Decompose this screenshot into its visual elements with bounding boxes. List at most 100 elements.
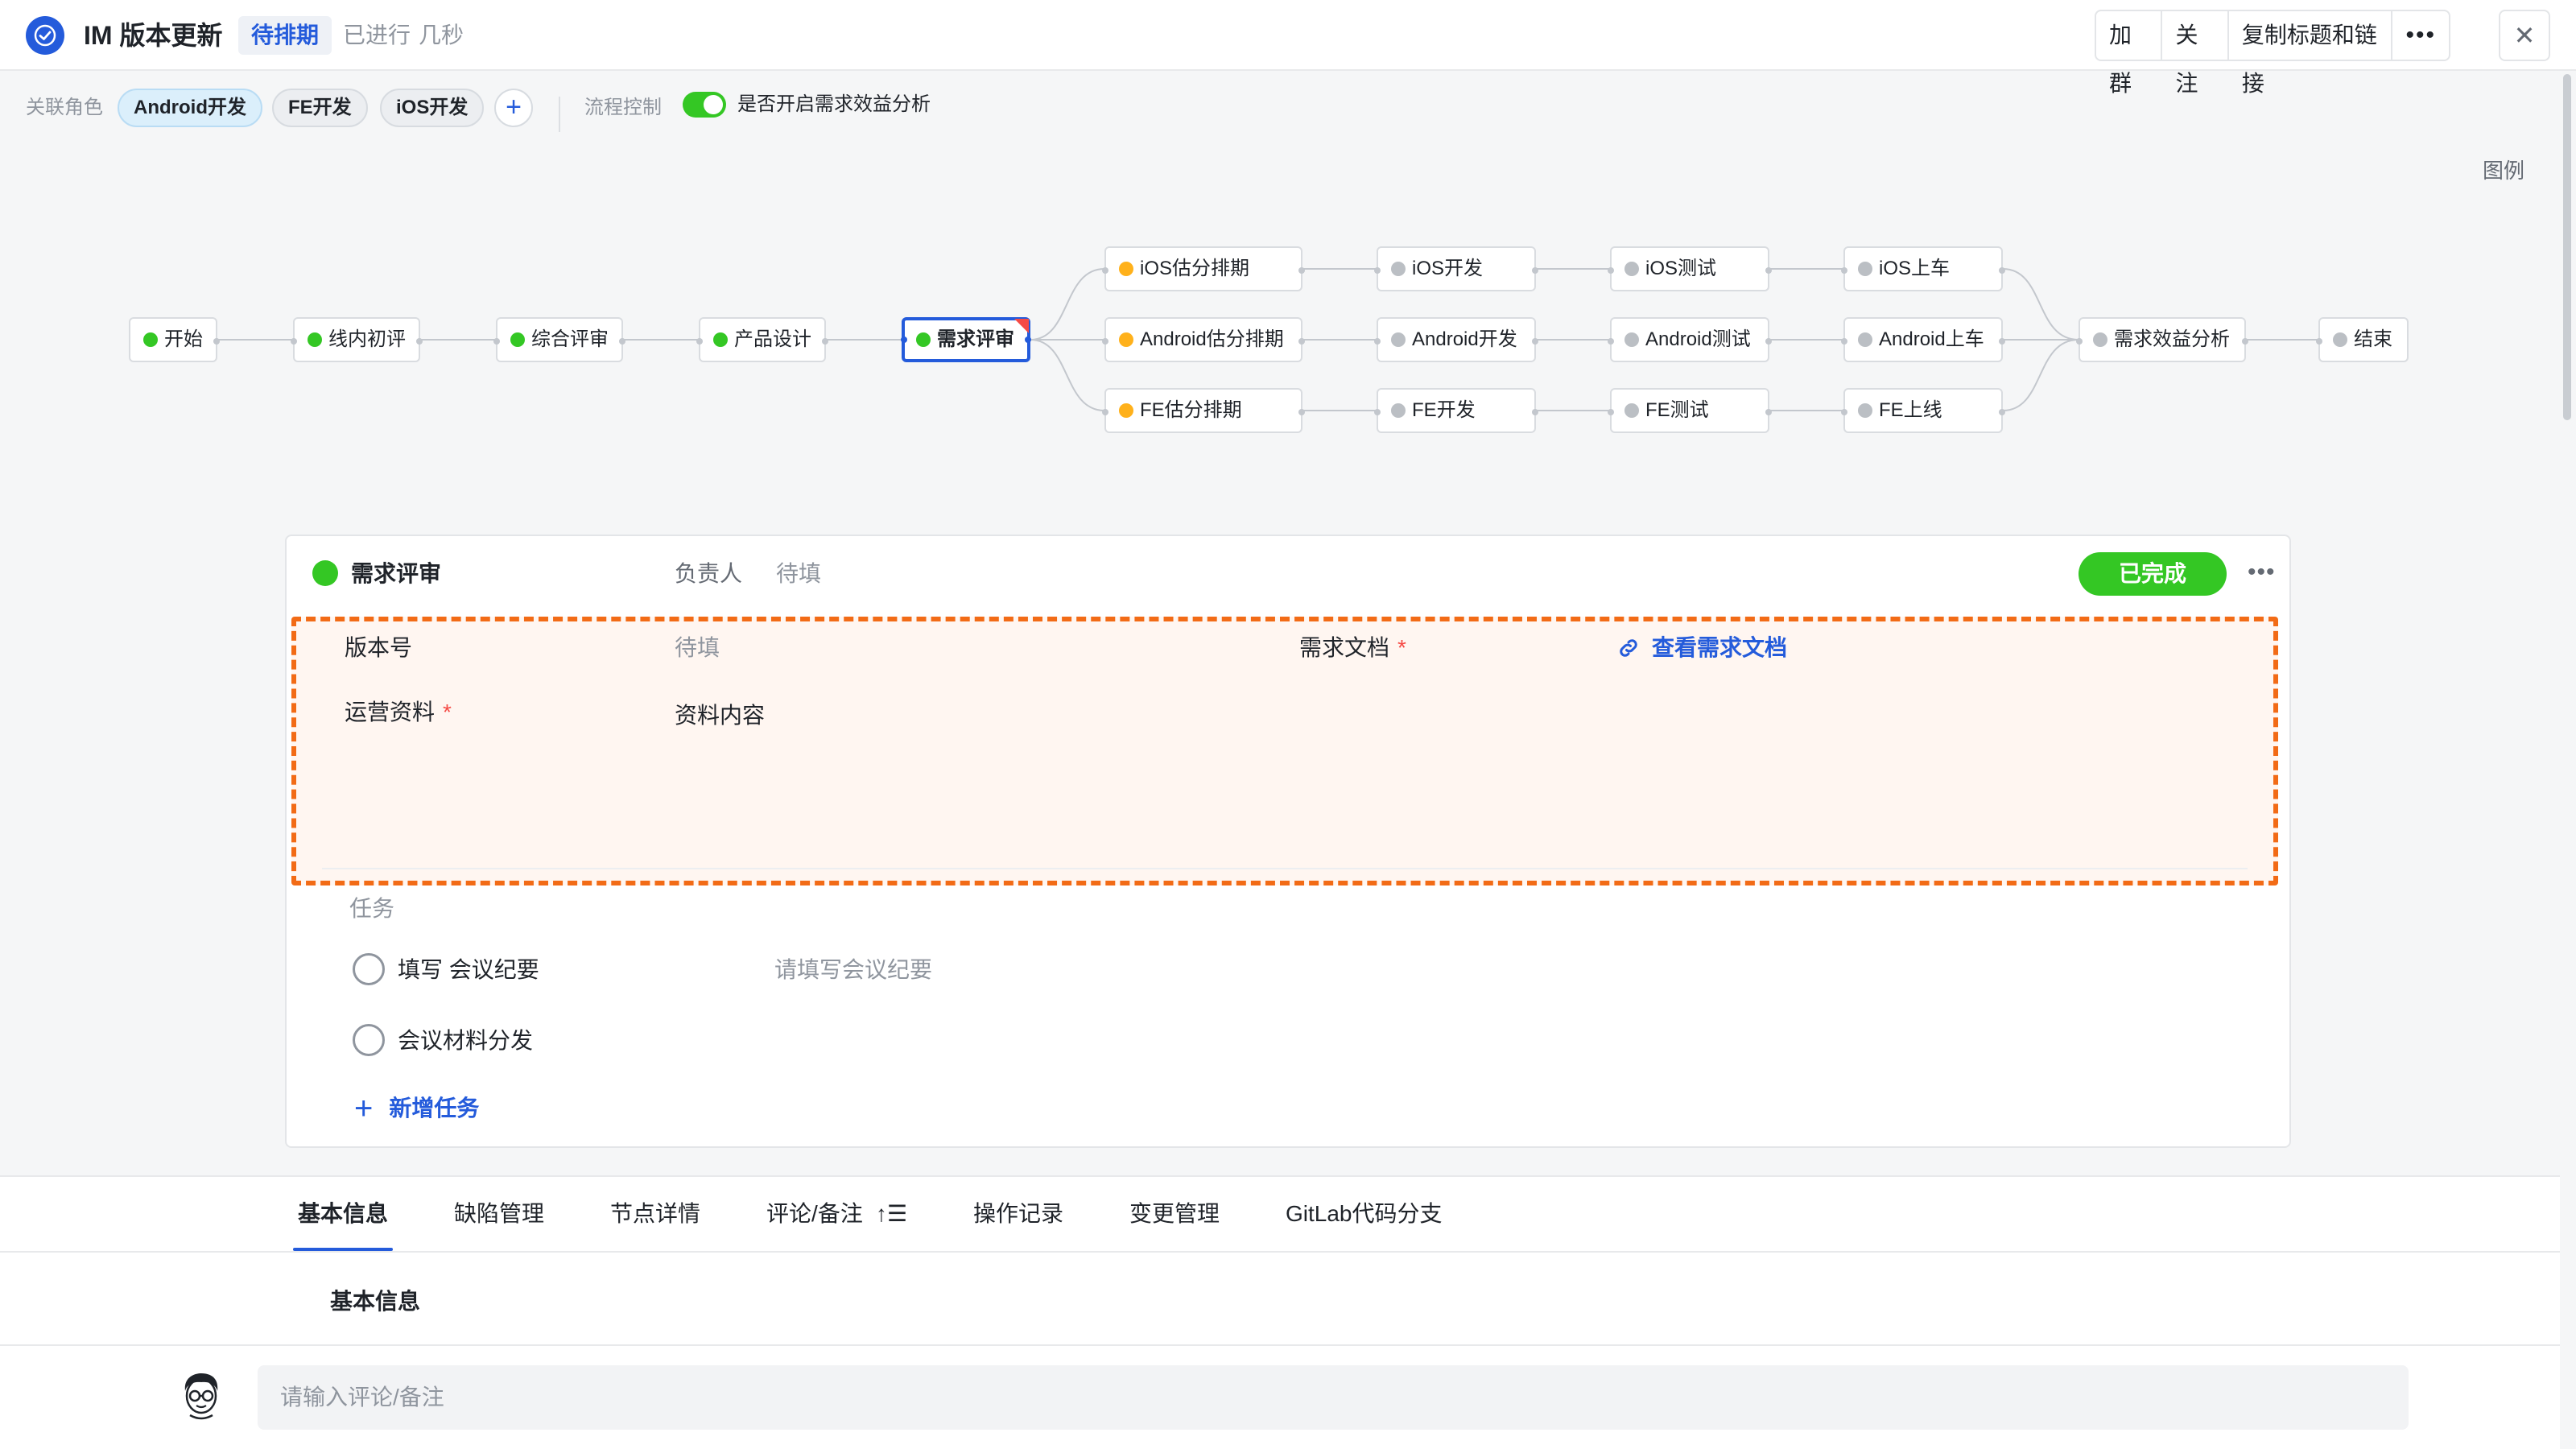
- flow-node-label: iOS上车: [1879, 258, 1951, 279]
- flow-node-fe-dev[interactable]: FE开发: [1374, 388, 1538, 433]
- flow-control-label: 流程控制: [584, 97, 662, 118]
- close-icon[interactable]: ✕: [2499, 10, 2550, 61]
- flow-node-ios-test[interactable]: iOS测试: [1608, 246, 1772, 291]
- task-checkbox[interactable]: [353, 953, 385, 985]
- copy-title-link-button[interactable]: 复制标题和链接: [2229, 11, 2393, 96]
- warning-flag-icon: [1014, 319, 1029, 333]
- flow-node-start[interactable]: 开始: [129, 317, 220, 362]
- flow-node-fe-release[interactable]: FE上线: [1841, 388, 2005, 433]
- flow-node-label: FE开发: [1412, 399, 1476, 421]
- check-circle-icon: [26, 16, 64, 55]
- role-chip-ios[interactable]: iOS开发: [380, 89, 485, 127]
- doc-link[interactable]: 查看需求文档: [1616, 633, 1787, 663]
- flow-node-ios-release[interactable]: iOS上车: [1841, 246, 2005, 291]
- flow-node-label: FE上线: [1879, 399, 1942, 421]
- add-role-button[interactable]: +: [494, 89, 533, 127]
- task-name: 填写 会议纪要: [398, 957, 539, 982]
- node-fields-panel: 版本号 待填 需求文档 * 查看需求文档 运营资料 * 资料内容: [291, 617, 2278, 886]
- tab-comments[interactable]: 评论/备注 ↑☰: [766, 1177, 907, 1251]
- flow-node-label: 综合评审: [531, 328, 609, 350]
- node-title: 需求评审: [351, 561, 442, 586]
- comment-input[interactable]: [258, 1365, 2409, 1430]
- flow-node-label: iOS测试: [1645, 258, 1717, 279]
- status-dot: [312, 560, 338, 586]
- plus-icon: +: [354, 1091, 374, 1126]
- task-item: 填写 会议纪要 请填写会议纪要: [353, 953, 1319, 989]
- owner-label: 负责人: [675, 561, 743, 586]
- legend-button[interactable]: 图例: [2483, 155, 2524, 184]
- flow-node-label: Android测试: [1645, 328, 1751, 350]
- doc-label: 需求文档 *: [1299, 633, 1406, 663]
- divider: [559, 97, 560, 132]
- node-detail-card: 需求评审 负责人 待填 已完成 ••• 版本号 待填 需求文档 * 查看需求文档 …: [285, 535, 2291, 1148]
- role-chip-fe[interactable]: FE开发: [272, 89, 368, 127]
- tab-change-management[interactable]: 变更管理: [1129, 1177, 1220, 1251]
- sort-icon[interactable]: ↑☰: [876, 1177, 907, 1251]
- tab-basic-info[interactable]: 基本信息: [292, 1177, 394, 1251]
- required-mark: *: [443, 700, 452, 724]
- ops-value[interactable]: 资料内容: [675, 700, 765, 731]
- flow-node-label: iOS开发: [1412, 258, 1484, 279]
- tab-defects[interactable]: 缺陷管理: [454, 1177, 544, 1251]
- flow-node-label: 结束: [2354, 328, 2392, 350]
- flow-node-label: Android开发: [1412, 328, 1517, 350]
- owner-value[interactable]: 待填: [776, 559, 821, 589]
- follow-button[interactable]: 关注: [2162, 11, 2229, 96]
- task-hint[interactable]: 请填写会议纪要: [774, 955, 932, 985]
- divider: [0, 1251, 2560, 1253]
- benefit-analysis-toggle-label: 是否开启需求效益分析: [737, 93, 931, 115]
- version-value[interactable]: 待填: [675, 633, 720, 663]
- role-chip-android[interactable]: Android开发: [118, 89, 262, 127]
- ops-label: 运营资料 *: [345, 697, 452, 728]
- tasks-title: 任务: [349, 896, 395, 921]
- doc-label-text: 需求文档: [1299, 635, 1390, 660]
- more-icon[interactable]: •••: [2248, 552, 2276, 592]
- flow-node-android-estimate[interactable]: Android估分排期: [1102, 317, 1305, 362]
- elapsed-prefix: 已进行: [343, 23, 411, 47]
- required-mark: *: [1397, 635, 1406, 660]
- flow-node-android-test[interactable]: Android测试: [1608, 317, 1772, 362]
- flow-node-label: 需求评审: [937, 328, 1014, 350]
- roles-label: 关联角色: [26, 97, 103, 118]
- tab-node-details[interactable]: 节点详情: [610, 1177, 700, 1251]
- flow-node-product-design[interactable]: 产品设计: [696, 317, 828, 362]
- flow-node-label: 线内初评: [328, 328, 406, 350]
- flow-node-android-release[interactable]: Android上车: [1841, 317, 2005, 362]
- flow-node-requirement-review[interactable]: 需求评审: [901, 317, 1031, 362]
- flow-node-fe-estimate[interactable]: FE估分排期: [1102, 388, 1305, 433]
- avatar: [184, 1373, 218, 1420]
- flow-node-ios-dev[interactable]: iOS开发: [1374, 246, 1538, 291]
- flow-node-fe-test[interactable]: FE测试: [1608, 388, 1772, 433]
- flow-node-label: 开始: [164, 328, 203, 350]
- add-task-label: 新增任务: [389, 1096, 480, 1121]
- flow-node-comprehensive-review[interactable]: 综合评审: [493, 317, 625, 362]
- flow-node-end[interactable]: 结束: [2316, 317, 2409, 362]
- tab-operation-log[interactable]: 操作记录: [973, 1177, 1063, 1251]
- flow-node-label: FE测试: [1645, 399, 1709, 421]
- tab-comments-label: 评论/备注: [766, 1201, 863, 1226]
- flow-node-initial-review[interactable]: 线内初评: [291, 317, 423, 362]
- flow-node-ios-estimate[interactable]: iOS估分排期: [1102, 246, 1305, 291]
- flow-node-label: 需求效益分析: [2114, 328, 2230, 350]
- page-title: IM 版本更新: [84, 21, 223, 50]
- task-item: 会议材料分发: [353, 1024, 1319, 1059]
- tab-gitlab-branches[interactable]: GitLab代码分支: [1286, 1177, 1443, 1251]
- task-name: 会议材料分发: [398, 1028, 534, 1053]
- header-action-group: 加群 关注 复制标题和链接 •••: [2095, 10, 2450, 96]
- role-bar: 关联角色 Android开发 FE开发 iOS开发 + 流程控制 是否开启需求效…: [0, 72, 2560, 140]
- flow-node-benefit-analysis[interactable]: 需求效益分析: [2076, 317, 2248, 362]
- join-group-button[interactable]: 加群: [2096, 11, 2163, 96]
- task-checkbox[interactable]: [353, 1024, 385, 1056]
- flow-node-android-dev[interactable]: Android开发: [1374, 317, 1538, 362]
- elapsed-time: 已进行 几秒: [343, 18, 464, 53]
- divider: [322, 868, 2248, 869]
- more-icon[interactable]: •••: [2392, 11, 2449, 60]
- add-task-button[interactable]: + 新增任务: [354, 1091, 480, 1126]
- status-badge[interactable]: 待排期: [238, 16, 332, 55]
- flow-node-label: iOS估分排期: [1140, 258, 1250, 279]
- benefit-analysis-toggle[interactable]: [683, 92, 726, 118]
- version-label: 版本号: [345, 635, 413, 660]
- scrollbar[interactable]: [2563, 74, 2571, 420]
- complete-button[interactable]: 已完成: [2079, 552, 2227, 596]
- doc-link-text: 查看需求文档: [1652, 635, 1788, 660]
